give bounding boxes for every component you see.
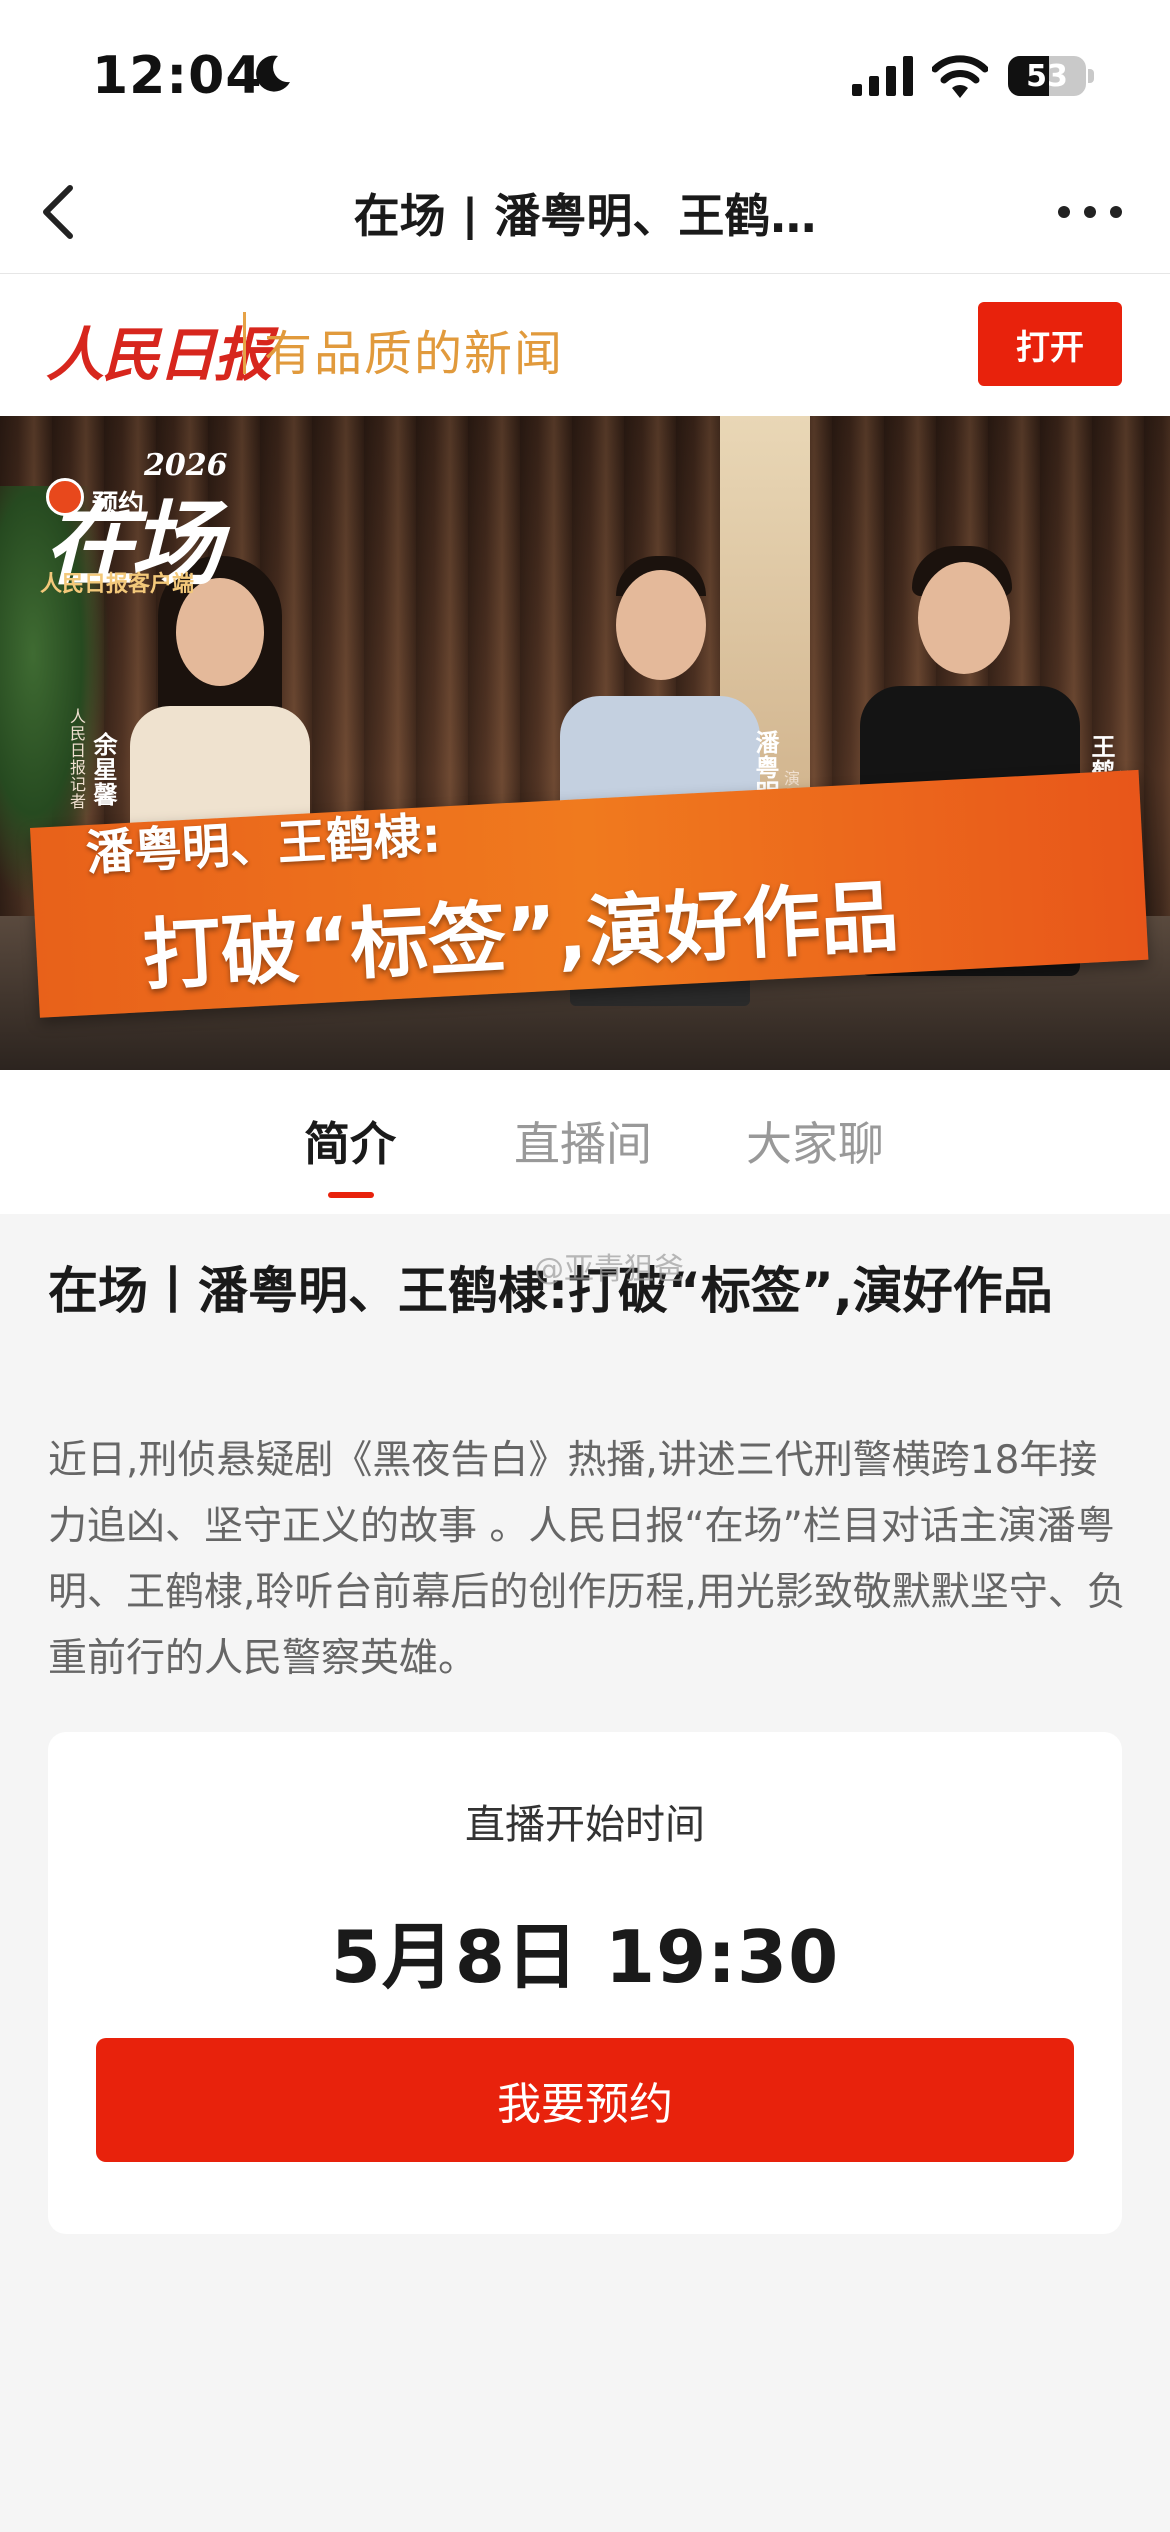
more-dots-icon[interactable]	[1050, 186, 1130, 238]
live-start-label: 直播开始时间	[465, 1802, 705, 1848]
app-download-banner: 人民日报 有品质的新闻 打开	[0, 274, 1170, 416]
brand-divider	[243, 312, 246, 374]
page-title: 在场 | 潘粤明、王鹤…	[353, 189, 817, 240]
live-schedule-card: 直播开始时间 5月8日 19:30 我要预约	[48, 1732, 1122, 2234]
reporter-role: 人民日报记者	[67, 708, 86, 810]
cellular-signal-icon	[852, 56, 913, 96]
cover-image[interactable]: 在场 2026 预约 人民日报客户端 人民日报记者 余星馨 潘粤明 演员 王鹤棣…	[0, 416, 1170, 1070]
brand-slogan: 有品质的新闻	[264, 326, 565, 382]
tab-discussion[interactable]: 大家聊	[746, 1108, 884, 1171]
show-year: 2026	[144, 448, 228, 483]
status-bar: 12:04 53	[0, 0, 1170, 150]
nav-bar: 在场 | 潘粤明、王鹤…	[0, 150, 1170, 274]
moon-icon	[256, 55, 290, 92]
show-logo: 在场 2026 预约 人民日报客户端	[26, 434, 236, 598]
tab-intro[interactable]: 简介	[304, 1108, 396, 1171]
reserve-button[interactable]: 我要预约	[96, 2038, 1074, 2162]
reserve-tag: 预约	[92, 490, 145, 520]
open-app-button[interactable]: 打开	[978, 302, 1122, 386]
status-time: 12:04	[92, 46, 263, 106]
tab-live-room[interactable]: 直播间	[514, 1108, 652, 1171]
wifi-icon	[932, 55, 988, 98]
article-description: 近日,刑侦悬疑剧《黑夜告白》热播,讲述三代刑警横跨18年接力追凶、坚守正义的故事…	[48, 1438, 1126, 1681]
battery-cap	[1088, 69, 1094, 83]
brand-logo: 人民日报	[46, 321, 272, 389]
live-start-time: 5月8日 19:30	[330, 1915, 840, 1999]
active-tab-indicator	[328, 1192, 374, 1198]
battery-indicator: 53	[1008, 56, 1086, 96]
show-client-label: 人民日报客户端	[40, 572, 195, 597]
clock-icon	[46, 478, 84, 516]
back-chevron-icon[interactable]	[26, 176, 98, 248]
battery-level: 53	[1026, 58, 1068, 94]
watermark: @亚青狙爸	[534, 1252, 684, 1287]
reporter-name: 余星馨	[89, 732, 117, 807]
tab-bar: 简介 直播间 大家聊	[0, 1070, 1170, 1214]
